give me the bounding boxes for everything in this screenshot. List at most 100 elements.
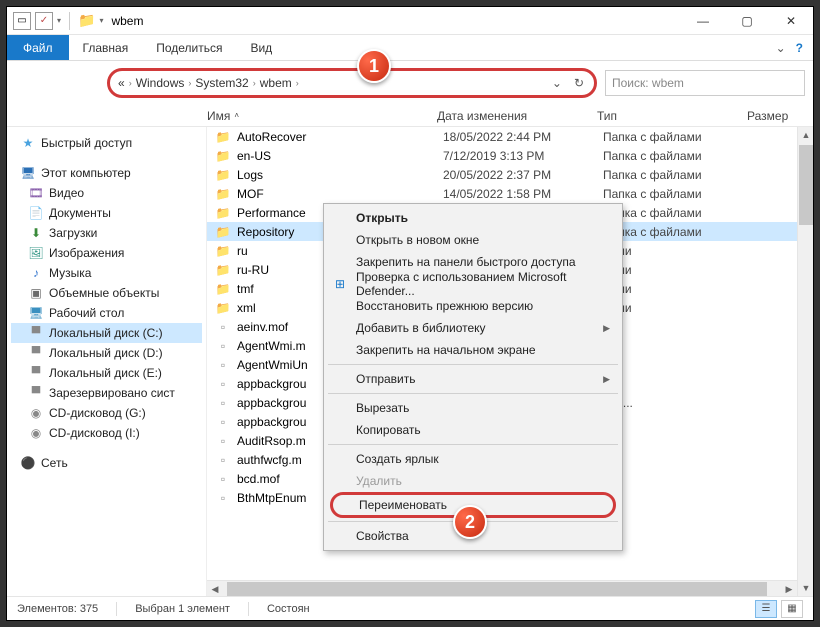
- col-type[interactable]: Тип: [597, 109, 747, 123]
- obj-icon: ▣: [29, 286, 43, 300]
- col-date[interactable]: Дата изменения: [437, 109, 597, 123]
- scroll-thumb[interactable]: [227, 582, 767, 596]
- tab-share[interactable]: Поделиться: [142, 35, 236, 60]
- cm-send-to[interactable]: Отправить ▶: [326, 368, 620, 390]
- qat-dropdown-icon[interactable]: ▾: [57, 16, 61, 25]
- qat-new-icon[interactable]: ▭: [13, 12, 31, 30]
- sidebar-item[interactable]: ▀Локальный диск (C:): [11, 323, 202, 343]
- table-row[interactable]: 📁en-US7/12/2019 3:13 PMПапка с файлами: [207, 146, 813, 165]
- sidebar-item[interactable]: 📄Документы: [11, 203, 202, 223]
- view-details-button[interactable]: ☰: [755, 600, 777, 618]
- tab-file[interactable]: Файл: [7, 35, 69, 60]
- file-name: MOF: [237, 187, 443, 201]
- close-button[interactable]: ✕: [769, 7, 813, 35]
- window-controls: — ▢ ✕: [681, 7, 813, 35]
- pc-icon: 🖥: [21, 166, 35, 180]
- refresh-icon[interactable]: ↻: [574, 76, 584, 90]
- file-type: Папка с файлами: [603, 149, 753, 163]
- file-name: en-US: [237, 149, 443, 163]
- file-icon: ▫: [215, 452, 231, 468]
- cm-restore-previous[interactable]: Восстановить прежнюю версию: [326, 295, 620, 317]
- status-count: Элементов: 375: [17, 603, 98, 615]
- sidebar-network[interactable]: ⚫ Сеть: [11, 453, 202, 473]
- file-icon: ▫: [215, 376, 231, 392]
- file-icon: ▫: [215, 414, 231, 430]
- file-icon: ▫: [215, 338, 231, 354]
- sidebar-item[interactable]: ▀Локальный диск (D:): [11, 343, 202, 363]
- view-icons-button[interactable]: ▦: [781, 600, 803, 618]
- breadcrumb[interactable]: « › Windows › System32 › wbem › ⌄ ↻: [107, 68, 597, 98]
- ribbon-expand-icon[interactable]: ⌄: [776, 41, 786, 55]
- scroll-thumb[interactable]: [799, 145, 813, 225]
- cm-create-shortcut[interactable]: Создать ярлык: [326, 448, 620, 470]
- ribbon-help-icon[interactable]: ?: [796, 41, 803, 55]
- cm-copy[interactable]: Копировать: [326, 419, 620, 441]
- folder-icon: 📁: [215, 205, 231, 221]
- cm-open-new-window[interactable]: Открыть в новом окне: [326, 229, 620, 251]
- chevron-right-icon[interactable]: ›: [184, 78, 195, 88]
- sidebar-item-label: Локальный диск (C:): [49, 326, 163, 340]
- shield-icon: ⊞: [332, 276, 348, 292]
- col-size[interactable]: Размер: [747, 109, 807, 123]
- search-input[interactable]: Поиск: wbem: [605, 70, 805, 96]
- title-caret-icon: ▾: [99, 16, 103, 25]
- file-name: Logs: [237, 168, 443, 182]
- sidebar-item[interactable]: ⬇Загрузки: [11, 223, 202, 243]
- table-row[interactable]: 📁Logs20/05/2022 2:37 PMПапка с файлами: [207, 165, 813, 184]
- sidebar-item-label: Документы: [49, 206, 111, 220]
- sidebar-item[interactable]: 🖥Рабочий стол: [11, 303, 202, 323]
- horizontal-scrollbar[interactable]: ◀ ▶: [207, 580, 797, 596]
- sidebar-this-pc[interactable]: 🖥 Этот компьютер: [11, 163, 202, 183]
- cm-open[interactable]: Открыть: [326, 207, 620, 229]
- folder-icon: 📁: [215, 243, 231, 259]
- window-title: wbem: [111, 14, 143, 28]
- sidebar-item-label: CD-дисковод (I:): [49, 426, 140, 440]
- chevron-right-icon[interactable]: ›: [125, 78, 136, 88]
- breadcrumb-prefix[interactable]: «: [118, 76, 125, 90]
- scroll-up-icon[interactable]: ▲: [799, 127, 813, 143]
- maximize-button[interactable]: ▢: [725, 7, 769, 35]
- tab-home[interactable]: Главная: [69, 35, 143, 60]
- img-icon: 🖼: [29, 246, 43, 260]
- breadcrumb-wbem[interactable]: wbem: [260, 76, 292, 90]
- submenu-arrow-icon: ▶: [603, 374, 610, 385]
- breadcrumb-system32[interactable]: System32: [195, 76, 248, 90]
- sidebar-item-label: Рабочий стол: [49, 306, 124, 320]
- col-name[interactable]: Имя ˄: [207, 109, 437, 123]
- file-type: лами: [603, 244, 753, 258]
- vertical-scrollbar[interactable]: ▲ ▼: [797, 127, 813, 596]
- sidebar-item[interactable]: ▣Объемные объекты: [11, 283, 202, 303]
- file-date: 14/05/2022 1:58 PM: [443, 187, 603, 201]
- chevron-right-icon[interactable]: ›: [292, 78, 303, 88]
- title-bar: ▭ ✓ ▾ 📁 ▾ wbem — ▢ ✕: [7, 7, 813, 35]
- sidebar-item[interactable]: ◉CD-дисковод (I:): [11, 423, 202, 443]
- sidebar-item[interactable]: ◉CD-дисковод (G:): [11, 403, 202, 423]
- file-icon: ▫: [215, 490, 231, 506]
- sidebar-item-label: Локальный диск (E:): [49, 366, 162, 380]
- separator: [328, 444, 618, 445]
- sidebar-item[interactable]: ▀Зарезервировано сист: [11, 383, 202, 403]
- cm-pin-start[interactable]: Закрепить на начальном экране: [326, 339, 620, 361]
- history-dropdown-icon[interactable]: ⌄: [552, 76, 562, 90]
- sidebar-item[interactable]: ▀Локальный диск (E:): [11, 363, 202, 383]
- table-row[interactable]: 📁AutoRecover18/05/2022 2:44 PMПапка с фа…: [207, 127, 813, 146]
- cm-defender-scan[interactable]: ⊞ Проверка с использованием Microsoft De…: [326, 273, 620, 295]
- table-row[interactable]: 📁MOF14/05/2022 1:58 PMПапка с файлами: [207, 184, 813, 203]
- cm-delete[interactable]: Удалить: [326, 470, 620, 492]
- scroll-left-icon[interactable]: ◀: [207, 582, 223, 596]
- sidebar-quick-access[interactable]: ★ Быстрый доступ: [11, 133, 202, 153]
- sidebar-item[interactable]: 🎞Видео: [11, 183, 202, 203]
- qat-properties-icon[interactable]: ✓: [35, 12, 53, 30]
- chevron-right-icon[interactable]: ›: [249, 78, 260, 88]
- cm-add-to-library[interactable]: Добавить в библиотеку ▶: [326, 317, 620, 339]
- sidebar-item[interactable]: ♪Музыка: [11, 263, 202, 283]
- minimize-button[interactable]: —: [681, 7, 725, 35]
- tab-view[interactable]: Вид: [236, 35, 286, 60]
- breadcrumb-windows[interactable]: Windows: [136, 76, 185, 90]
- folder-icon: 📁: [215, 300, 231, 316]
- sidebar-item[interactable]: 🖼Изображения: [11, 243, 202, 263]
- separator: [328, 364, 618, 365]
- scroll-down-icon[interactable]: ▼: [799, 580, 813, 596]
- cm-cut[interactable]: Вырезать: [326, 397, 620, 419]
- scroll-right-icon[interactable]: ▶: [781, 582, 797, 596]
